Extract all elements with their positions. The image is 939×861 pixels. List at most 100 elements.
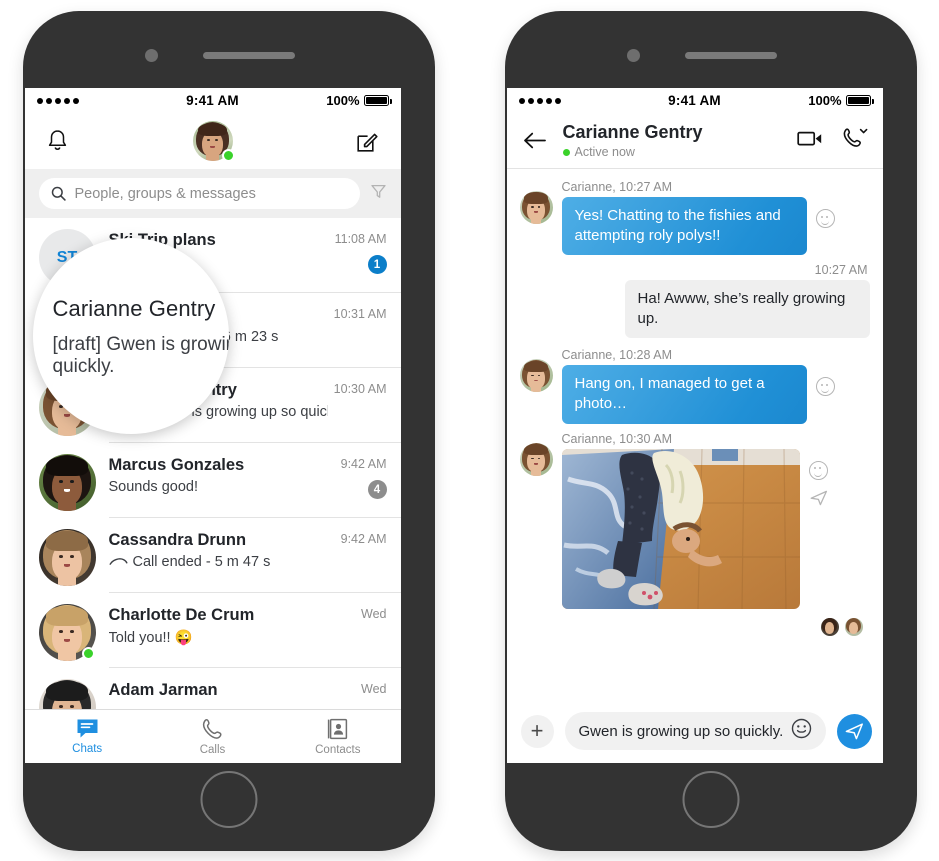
video-camera-icon[interactable]: [796, 129, 824, 153]
message-incoming-photo: Carianne, 10:30 AM: [519, 431, 870, 609]
chat-preview-text: Call ended - 5 m 47 s: [132, 554, 271, 570]
status-bar-time: 9:41 AM: [668, 93, 721, 108]
tab-label: Contacts: [315, 743, 361, 756]
forward-icon[interactable]: [810, 490, 828, 511]
conversation-title-block[interactable]: Carianne Gentry Active now: [562, 122, 783, 160]
chat-list-navbar: [24, 113, 401, 169]
chat-name: Marcus Gonzales: [108, 456, 245, 474]
message-outgoing-1: 10:27 AM Ha! Awww, she’s really growing …: [520, 263, 870, 339]
message-photo[interactable]: [561, 448, 800, 609]
call-icon: [109, 558, 127, 565]
chat-name: Adam Jarman: [108, 681, 218, 699]
emoji-icon[interactable]: [791, 718, 812, 744]
status-bar: 9:41 AM 100%: [25, 88, 401, 113]
tab-label: Calls: [199, 743, 226, 756]
chat-time: 10:30 AM: [333, 382, 387, 396]
battery-percent-label: 100%: [808, 93, 842, 108]
front-camera-icon: [144, 49, 158, 62]
read-receipt-avatar: [843, 616, 864, 637]
chat-preview-text: Told you!! 😜: [108, 630, 193, 646]
bell-icon[interactable]: [43, 126, 73, 156]
chat-preview-text: Sounds good!: [108, 479, 199, 495]
message-meta: Carianne, 10:30 AM: [561, 431, 673, 446]
chat-time: 9:42 AM: [340, 457, 387, 471]
search-placeholder: People, groups & messages: [74, 185, 256, 202]
avatar: [519, 442, 553, 476]
emoji-reaction-icon[interactable]: [815, 209, 835, 228]
message-meta: 10:27 AM: [814, 263, 868, 278]
search-icon: [51, 186, 66, 201]
status-bar-time: 9:41 AM: [186, 93, 239, 108]
chat-list-item-charlotte-de-crum[interactable]: Charlotte De Crum Told you!! 😜 Wed: [25, 593, 401, 668]
battery-percent-label: 100%: [326, 93, 360, 108]
phone-device-left: 9:41 AM 100% People, groups & messages S…: [22, 11, 435, 851]
status-bar: 9:41 AM 100%: [507, 88, 883, 113]
chat-preview: Sounds good!: [109, 479, 335, 495]
contacts-book-icon: [328, 718, 348, 739]
add-attachment-icon[interactable]: +: [520, 714, 554, 748]
back-arrow-icon[interactable]: [521, 132, 549, 149]
chat-list-item-marcus-gonzales[interactable]: Marcus Gonzales Sounds good! 9:42 AM 4: [25, 443, 401, 518]
chat-name: Charlotte De Crum: [108, 606, 255, 624]
message-composer: + Gwen is growing up so quickly.: [506, 699, 883, 763]
message-meta: Carianne, 10:27 AM: [561, 180, 673, 194]
avatar: [519, 191, 553, 224]
filter-icon[interactable]: [370, 183, 387, 205]
screenshot-stage: 9:41 AM 100% People, groups & messages S…: [0, 0, 939, 861]
send-button[interactable]: [837, 713, 873, 749]
tab-calls[interactable]: Calls: [150, 710, 275, 763]
unread-badge: 4: [367, 480, 387, 499]
chat-list-item-cassandra-drunn[interactable]: Cassandra Drunn Call ended - 5 m 47 s 9:…: [25, 518, 401, 593]
avatar: [38, 604, 96, 661]
magnifier-preview: [draft] Gwen is growing up so quickly.: [52, 334, 229, 377]
message-input[interactable]: Gwen is growing up so quickly.: [564, 712, 827, 750]
tab-chats[interactable]: Chats: [25, 710, 150, 763]
avatar-image: [519, 359, 553, 393]
message-incoming-2: Carianne, 10:28 AM Hang on, I managed to…: [519, 348, 870, 424]
magnifier-name: Carianne Gentry: [52, 296, 216, 321]
presence-online-dot: [81, 647, 95, 660]
chat-time: Wed: [361, 682, 387, 696]
avatar-image: [38, 454, 96, 511]
read-receipt-avatar: [819, 616, 840, 637]
message-input-value: Gwen is growing up so quickly.: [578, 722, 784, 740]
avatar-image: [519, 442, 553, 476]
avatar: [519, 359, 553, 393]
status-bar-right: 100%: [721, 93, 874, 108]
home-button[interactable]: [200, 771, 257, 828]
bottom-tab-bar: Chats Calls Contacts: [24, 709, 401, 763]
presence-online-dot: [221, 149, 235, 162]
conversation-header: Carianne Gentry Active now: [506, 113, 883, 169]
message-bubble[interactable]: Yes! Chatting to the fishies and attempt…: [561, 197, 807, 256]
chat-time: 9:42 AM: [340, 532, 387, 546]
message-meta: Carianne, 10:28 AM: [561, 348, 673, 363]
search-bar-container: People, groups & messages: [24, 169, 401, 218]
chat-list[interactable]: ST Ski Trip plans photo 11:08 AM 1: [24, 218, 401, 743]
screen-chat-list: 9:41 AM 100% People, groups & messages S…: [24, 88, 401, 763]
magnifier-loupe: Carianne Gentry [draft] Gwen is growing …: [32, 238, 229, 434]
header-actions: [796, 127, 869, 154]
my-avatar[interactable]: [192, 121, 235, 162]
message-thread[interactable]: Carianne, 10:27 AM Yes! Chatting to the …: [506, 169, 883, 699]
tab-label: Chats: [72, 743, 103, 755]
avatar-image: [519, 191, 553, 224]
phone-chevron-icon[interactable]: [842, 127, 869, 154]
message-bubble[interactable]: Ha! Awww, she’s really growing up.: [624, 280, 870, 339]
avatar-image: [38, 529, 96, 586]
message-bubble[interactable]: Hang on, I managed to get a photo…: [561, 365, 807, 424]
compose-icon[interactable]: [353, 126, 383, 156]
battery-icon: [845, 95, 874, 106]
avatar: [38, 529, 96, 586]
signal-strength-icon: [518, 97, 669, 104]
tab-contacts[interactable]: Contacts: [275, 710, 400, 763]
contact-status: Active now: [562, 145, 783, 160]
phone-icon: [203, 718, 223, 739]
front-camera-icon: [626, 49, 640, 62]
contact-status-label: Active now: [574, 145, 635, 160]
search-input[interactable]: People, groups & messages: [38, 178, 360, 209]
chat-time: Wed: [361, 607, 387, 621]
home-button[interactable]: [682, 771, 739, 828]
emoji-reaction-icon[interactable]: [808, 460, 828, 480]
emoji-reaction-icon[interactable]: [815, 377, 835, 397]
chat-name: Cassandra Drunn: [108, 531, 247, 549]
